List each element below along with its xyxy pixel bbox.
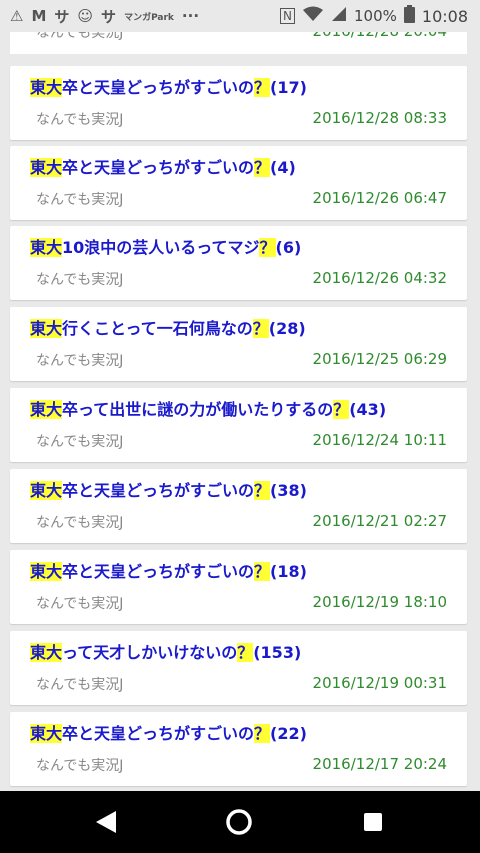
question-mark-highlight: ？	[254, 562, 271, 581]
thread-title[interactable]: 東大って天才しかいけないの？(153)	[30, 639, 301, 663]
reply-count: (22)	[270, 724, 307, 743]
thread-card[interactable]: 東大卒と天皇どっちがすごいの？(4) なんでも実況J 2016/12/26 06:4…	[10, 146, 467, 220]
thread-title-text: 卒と天皇どっちがすごいの	[62, 724, 255, 743]
thread-card[interactable]: 東大卒と天皇どっちがすごいの？(18) なんでも実況J 2016/12/19 18:…	[10, 550, 467, 624]
thread-card[interactable]: 東大行くことって一石何鳥なの？(28) なんでも実況J 2016/12/25 06:…	[10, 307, 467, 381]
thread-date: 2016/12/21 02:27	[312, 512, 447, 530]
home-button[interactable]	[222, 805, 256, 839]
sa-app-icon-2: サ	[101, 7, 117, 26]
thread-source: なんでも実況J	[36, 112, 124, 128]
back-button[interactable]	[89, 805, 123, 839]
thread-card[interactable]: 東大って天才しかいけないの？(153) なんでも実況J 2016/12/19 00:…	[10, 631, 467, 705]
sa-app-icon: サ	[54, 7, 70, 26]
m-app-icon: M	[31, 7, 47, 25]
thread-date: 2016/12/17 20:24	[312, 755, 447, 773]
signal-icon	[331, 6, 347, 26]
keyword-highlight: 東大	[30, 562, 63, 581]
nfc-icon: N	[280, 8, 295, 24]
battery-icon	[403, 5, 415, 27]
wifi-icon	[302, 6, 324, 26]
reply-count: (6)	[275, 238, 302, 257]
reply-count: (4)	[270, 158, 296, 177]
thread-title-text: 卒って出世に謎の力が働いたりするの	[62, 400, 334, 419]
question-mark-highlight: ？	[254, 724, 271, 743]
thread-title[interactable]: 東大卒と天皇どっちがすごいの？(17)	[30, 74, 307, 98]
thread-date: 2016/12/28 08:33	[312, 109, 447, 127]
recents-square-icon	[364, 813, 382, 831]
keyword-highlight: 東大	[30, 643, 63, 662]
thread-title[interactable]: 東大卒と天皇どっちがすごいの？(38)	[30, 477, 307, 501]
thread-card[interactable]: 東大卒と天皇どっちがすごいの？(22) なんでも実況J 2016/12/17 20:…	[10, 712, 467, 786]
thread-source: なんでも実況J	[36, 353, 124, 369]
thread-card[interactable]: 東大卒と天皇どっちがすごいの？(38) なんでも実況J 2016/12/21 02:…	[10, 469, 467, 543]
question-mark-highlight: ？	[259, 238, 276, 257]
recents-button[interactable]	[356, 805, 390, 839]
thread-title-text: 行くことって一石何鳥なの	[62, 319, 253, 338]
thread-date: 2016/12/25 06:29	[312, 350, 447, 368]
reply-count: (43)	[349, 400, 387, 419]
question-mark-highlight: ？	[252, 319, 269, 338]
battery-percent: 100%	[354, 7, 397, 25]
keyword-highlight: 東大	[30, 481, 63, 500]
reply-count: (17)	[270, 78, 307, 97]
home-circle-icon	[226, 809, 252, 835]
status-bar: ⚠ M サ ☺ サ マンガPark ··· N 100% 10:08	[0, 0, 480, 32]
thread-date: 2016/12/26 04:32	[312, 269, 447, 287]
keyword-highlight: 東大	[30, 724, 63, 743]
reply-count: (38)	[270, 481, 307, 500]
thread-source: なんでも実況J	[36, 272, 124, 288]
back-triangle-icon	[96, 811, 116, 833]
keyword-highlight: 東大	[30, 78, 63, 97]
thread-title[interactable]: 東大卒って出世に謎の力が働いたりするの？(43)	[30, 396, 386, 420]
thread-card[interactable]: 東大10浪中の芸人いるってマジ？(6) なんでも実況J 2016/12/26 04:…	[10, 226, 467, 300]
keyword-highlight: 東大	[30, 238, 63, 257]
keyword-highlight: 東大	[30, 400, 63, 419]
navigation-bar	[0, 791, 480, 853]
thread-title[interactable]: 東大10浪中の芸人いるってマジ？(6)	[30, 234, 301, 258]
thread-source: なんでも実況J	[36, 677, 124, 693]
thread-title-text: 10浪中の芸人いるってマジ	[62, 238, 260, 257]
thread-date: 2016/12/26 06:47	[312, 189, 447, 207]
thread-title[interactable]: 東大卒と天皇どっちがすごいの？(4)	[30, 154, 296, 178]
thread-date: 2016/12/19 18:10	[312, 593, 447, 611]
more-notifications-icon: ···	[181, 7, 200, 25]
thread-title[interactable]: 東大卒と天皇どっちがすごいの？(18)	[30, 558, 307, 582]
thread-title-text: 卒と天皇どっちがすごいの	[62, 158, 255, 177]
warning-icon: ⚠	[10, 7, 24, 25]
keyword-highlight: 東大	[30, 319, 63, 338]
thread-date: 2016/12/24 10:11	[312, 431, 447, 449]
thread-title-text: 卒と天皇どっちがすごいの	[62, 481, 255, 500]
question-mark-highlight: ？	[237, 643, 254, 662]
question-mark-highlight: ？	[254, 481, 271, 500]
thread-source: なんでも実況J	[36, 515, 124, 531]
thread-title-text: って天才しかいけないの	[62, 643, 238, 662]
thread-card[interactable]: 東大卒と天皇どっちがすごいの？(17) なんでも実況J 2016/12/28 08:…	[10, 66, 467, 140]
face-app-icon: ☺	[77, 7, 94, 25]
thread-title[interactable]: 東大行くことって一石何鳥なの？(28)	[30, 315, 306, 339]
thread-source: なんでも実況J	[36, 596, 124, 612]
keyword-highlight: 東大	[30, 158, 63, 177]
reply-count: (28)	[268, 319, 306, 338]
reply-count: (153)	[253, 643, 302, 662]
thread-source: なんでも実況J	[36, 192, 124, 208]
thread-title-text: 卒と天皇どっちがすごいの	[62, 78, 255, 97]
question-mark-highlight: ？	[254, 158, 271, 177]
thread-date: 2016/12/19 00:31	[312, 674, 447, 692]
reply-count: (18)	[270, 562, 307, 581]
thread-title-text: 卒と天皇どっちがすごいの	[62, 562, 255, 581]
question-mark-highlight: ？	[254, 78, 271, 97]
thread-card[interactable]: 東大卒って出世に謎の力が働いたりするの？(43) なんでも実況J 2016/12/2…	[10, 388, 467, 462]
clock: 10:08	[421, 6, 468, 26]
thread-source: なんでも実況J	[36, 434, 124, 450]
manga-park-icon: マンガPark	[124, 12, 174, 23]
thread-source: なんでも実況J	[36, 758, 124, 774]
thread-title[interactable]: 東大卒と天皇どっちがすごいの？(22)	[30, 720, 307, 744]
question-mark-highlight: ？	[333, 400, 350, 419]
